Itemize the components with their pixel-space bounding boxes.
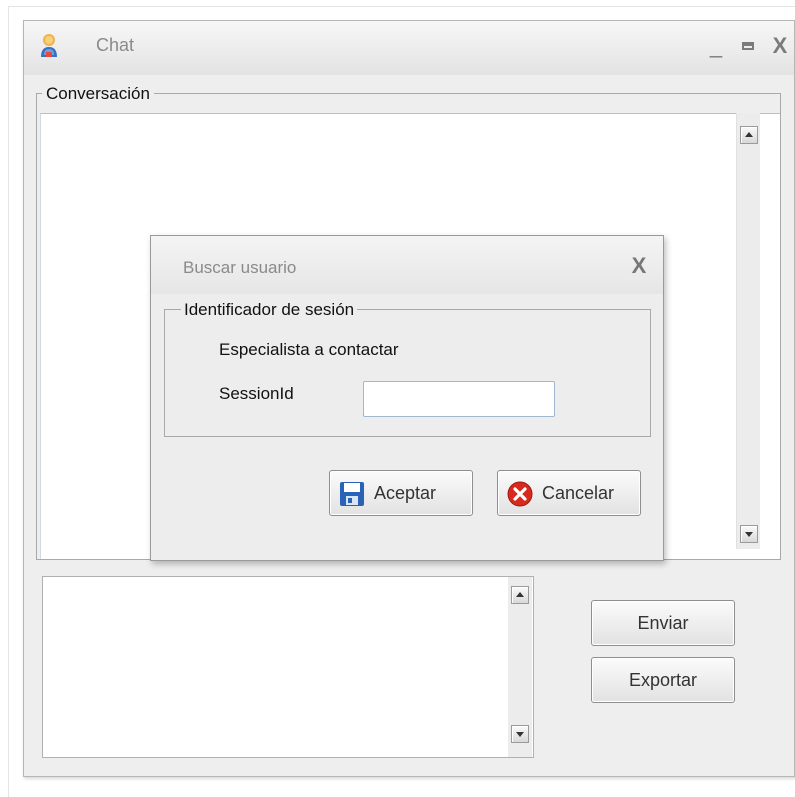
cancel-label: Cancelar [542, 483, 615, 503]
export-button[interactable]: Exportar [591, 657, 735, 703]
arrow-down-icon [516, 732, 524, 737]
message-input[interactable] [42, 576, 534, 758]
search-user-dialog: Buscar usuario X Identificador de sesión… [150, 235, 664, 561]
send-button[interactable]: Enviar [591, 600, 735, 646]
specialist-label: Especialista a contactar [219, 340, 399, 359]
arrow-up-icon [516, 592, 524, 597]
frame-top-line [8, 6, 795, 7]
dialog-close-button[interactable]: X [625, 252, 653, 280]
conversation-legend: Conversación [42, 84, 154, 104]
window-titlebar[interactable]: Chat _ X [24, 21, 794, 75]
conversation-scroll-up-button[interactable] [740, 126, 758, 144]
sessionid-label: SessionId [219, 384, 294, 403]
conversation-scroll-down-button[interactable] [740, 525, 758, 543]
session-identifier-group [164, 309, 651, 437]
arrow-up-icon [745, 132, 753, 137]
accept-label: Aceptar [374, 483, 437, 503]
close-window-button[interactable]: X [768, 33, 792, 59]
accept-button[interactable]: Aceptar [329, 470, 473, 516]
frame-left-line [8, 6, 9, 797]
maximize-icon [742, 42, 754, 50]
cancel-button[interactable]: Cancelar [497, 470, 641, 516]
arrow-down-icon [745, 532, 753, 537]
message-scroll-up-button[interactable] [511, 586, 529, 604]
dialog-title: Buscar usuario [183, 258, 297, 277]
sessionid-input[interactable] [363, 381, 555, 417]
conversation-scrollbar[interactable] [736, 113, 760, 549]
session-group-legend: Identificador de sesión [181, 300, 358, 320]
floppy-disk-icon [339, 481, 365, 507]
chat-person-icon [38, 33, 60, 59]
red-x-circle-icon [507, 481, 533, 507]
maximize-button[interactable] [736, 33, 760, 59]
minimize-button[interactable]: _ [704, 33, 728, 59]
window-title: Chat [96, 35, 135, 55]
message-scroll-down-button[interactable] [511, 725, 529, 743]
